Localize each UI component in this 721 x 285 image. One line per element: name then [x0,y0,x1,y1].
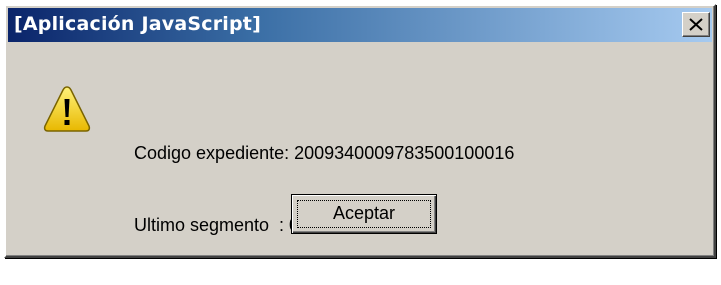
accept-button[interactable]: Aceptar [291,194,437,234]
close-button[interactable] [682,12,710,37]
dialog-title: [Aplicación JavaScript] [14,13,261,35]
message-line-expediente: Codigo expediente: 200934000978350010001… [134,143,515,163]
title-bar[interactable]: [Aplicación JavaScript] [8,8,712,42]
message-text: Codigo expediente: 200934000978350010001… [134,93,514,285]
warning-icon [43,86,91,132]
accept-button-label: Aceptar [332,203,396,223]
alert-dialog: [Aplicación JavaScript] Codigo expedient… [4,4,716,258]
close-icon [689,18,703,31]
